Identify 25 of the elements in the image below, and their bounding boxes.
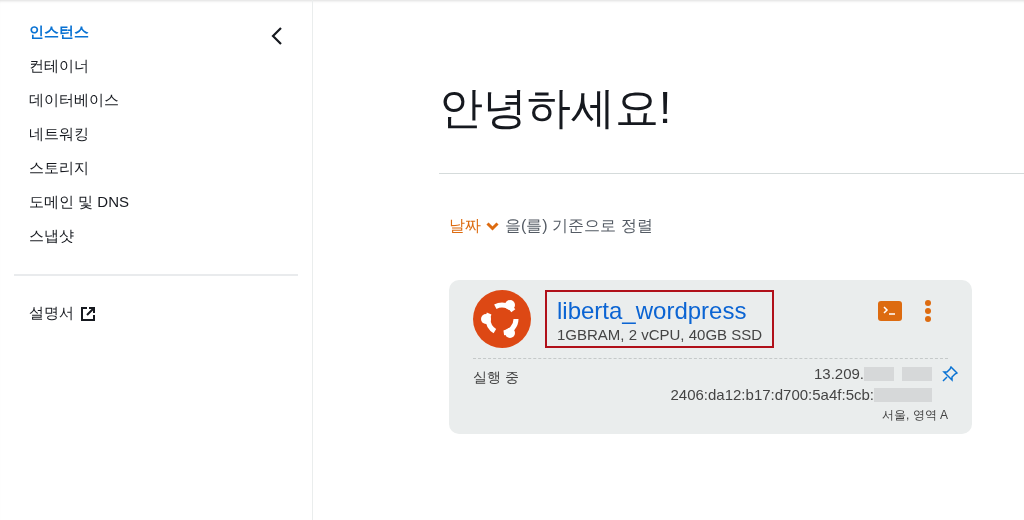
pin-icon[interactable] [942,365,958,382]
sidebar-item[interactable]: 컨테이너 [29,56,129,76]
sidebar-item[interactable]: 도메인 및 DNS [29,192,129,212]
circle-of-friends-logo-icon [473,290,531,348]
sort-label: 을(를) 기준으로 정렬 [505,216,653,236]
instance-name-link[interactable]: liberta_wordpress [557,296,763,326]
instance-status: 실행 중 [473,369,519,387]
terminal-button[interactable] [878,301,902,321]
caret-icon [486,222,499,231]
collapse-chevron-icon[interactable] [271,27,283,45]
terminal-prompt-icon [883,306,897,316]
sidebar-item[interactable]: 스냅샷 [29,226,129,246]
page-heading: 안녕하세요! [439,82,673,134]
instance-specs: 1GBRAM, 2 vCPU, 40GB SSD [557,326,763,343]
more-options-icon[interactable] [924,300,932,322]
ipv4-address: 13.209. [813,365,864,382]
sidebar-item[interactable]: 데이터베이스 [29,90,129,110]
documentation-link[interactable]: 설명서 [29,304,96,323]
sidebar-item[interactable]: 네트워킹 [29,124,129,144]
instance-location: 서울, 영역 A [882,407,948,424]
sort-dropdown[interactable]: 날짜 [449,216,499,237]
external-link-icon [80,305,96,322]
sidebar-item[interactable]: 인스턴스 [29,22,129,42]
sidebar-item[interactable]: 스토리지 [29,158,129,178]
ipv6-address: 2406:da12:b17:d700:5a4f:5cb: [670,386,874,403]
